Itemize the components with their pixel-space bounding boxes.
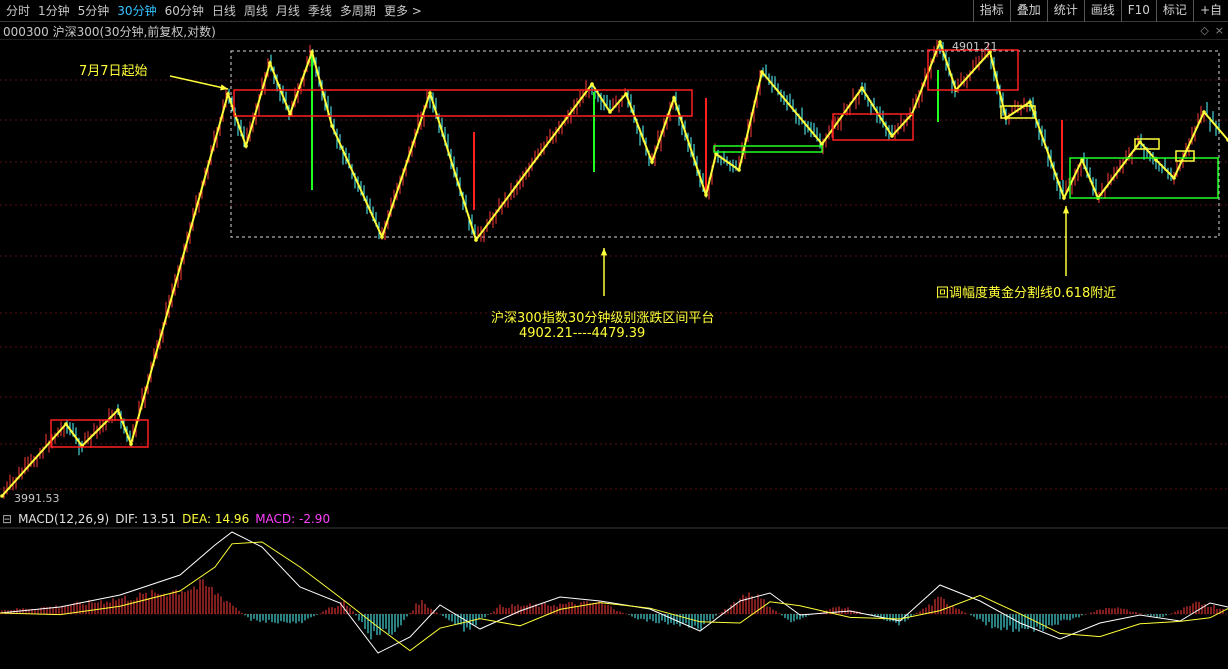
retrace-note: 回调幅度黄金分割线0.618附近 xyxy=(936,286,1117,301)
settings-diamond-icon[interactable]: ◇ xyxy=(1200,24,1208,37)
macd-histogram xyxy=(1,579,1224,640)
zigzag-vertex xyxy=(860,86,864,90)
macd-dif-value: DIF: 13.51 xyxy=(115,512,177,526)
period-tab[interactable]: 多周期 xyxy=(336,0,380,22)
toolbar-button[interactable]: 叠加 xyxy=(1009,0,1047,22)
zigzag-vertex xyxy=(704,193,708,197)
highlight-box xyxy=(1069,157,1219,199)
macd-chart[interactable] xyxy=(0,527,1228,669)
toolbar-button[interactable]: +自 xyxy=(1192,0,1228,22)
toolbar: 分时 1分钟 5分钟 30分钟 60分钟 日线 周线 月线 季线 多周期 更多 > 指标 叠加 统计 画线… xyxy=(0,0,1228,22)
toolbar-button[interactable]: 标记 xyxy=(1155,0,1193,22)
zigzag-line xyxy=(1,40,1228,497)
arrow-annotations xyxy=(169,75,1070,296)
zigzag-vertex xyxy=(1202,110,1206,114)
toolbar-button[interactable]: 指标 xyxy=(972,0,1010,22)
zigzag-vertex xyxy=(330,124,334,128)
start-note: 7月7日起始 xyxy=(79,64,148,79)
zigzag-vertex xyxy=(226,92,230,96)
period-tab[interactable]: 周线 xyxy=(240,0,272,22)
toolbar-button[interactable]: F10 xyxy=(1120,0,1156,22)
macd-collapse-icon[interactable]: ⊟ xyxy=(2,512,12,526)
period-tab[interactable]: 分时 xyxy=(2,0,34,22)
chart-title-bar: 000300 沪深300(30分钟,前复权,对数) ◇ × xyxy=(0,22,1228,40)
price-chart[interactable] xyxy=(0,40,1228,510)
period-tab[interactable]: 60分钟 xyxy=(161,0,208,22)
zigzag-vertex xyxy=(672,96,676,100)
zigzag-trend-layer xyxy=(0,40,1228,498)
close-icon[interactable]: × xyxy=(1215,24,1224,37)
arrow-head xyxy=(220,84,228,91)
period-tab[interactable]: 月线 xyxy=(272,0,304,22)
zigzag-vertex xyxy=(474,238,478,242)
period-tabs: 分时 1分钟 5分钟 30分钟 60分钟 日线 周线 月线 季线 多周期 更多 > xyxy=(2,0,426,22)
zigzag-vertex xyxy=(760,70,764,74)
zigzag-vertex xyxy=(380,235,384,239)
zigzag-vertex xyxy=(310,50,314,54)
zigzag-vertex xyxy=(116,408,120,412)
arrow-head xyxy=(600,248,608,256)
period-tab[interactable]: 季线 xyxy=(304,0,336,22)
toolbar-button[interactable]: 画线 xyxy=(1083,0,1121,22)
macd-macd-value: MACD: -2.90 xyxy=(255,512,331,526)
zigzag-vertex xyxy=(244,144,248,148)
low-price-label: 3991.53 xyxy=(14,492,60,505)
platform-range-note: 4902.21----4479.39 xyxy=(519,326,646,341)
title-icons: ◇ × xyxy=(1200,24,1224,37)
zigzag-vertex xyxy=(129,442,133,446)
zigzag-vertex xyxy=(650,160,654,164)
chart-title: 000300 沪深300(30分钟,前复权,对数) xyxy=(3,25,216,39)
arrow-head xyxy=(1062,206,1070,214)
period-tab[interactable]: 更多 > xyxy=(380,0,426,22)
zigzag-vertex xyxy=(624,92,628,96)
period-tab[interactable]: 1分钟 xyxy=(34,0,74,22)
highlight-box xyxy=(713,145,823,153)
period-tab[interactable]: 5分钟 xyxy=(74,0,114,22)
zigzag-vertex xyxy=(1028,100,1032,104)
zigzag-vertex xyxy=(64,422,68,426)
zigzag-vertex xyxy=(1138,140,1142,144)
toolbar-button[interactable]: 统计 xyxy=(1046,0,1084,22)
zigzag-vertex xyxy=(608,110,612,114)
period-tab[interactable]: 日线 xyxy=(208,0,240,22)
macd-header: ⊟ MACD(12,26,9) DIF: 13.51 DEA: 14.96 MA… xyxy=(0,511,330,527)
zigzag-vertex xyxy=(0,494,4,498)
annotation-arrow xyxy=(169,75,229,90)
zigzag-vertex xyxy=(428,91,432,95)
zigzag-vertex xyxy=(938,40,942,44)
platform-dashed-box xyxy=(230,50,1220,238)
zigzag-vertex xyxy=(737,168,741,172)
zigzag-vertex xyxy=(590,82,594,86)
zigzag-vertex xyxy=(890,134,894,138)
platform-note: 沪深300指数30分钟级别涨跌区间平台 xyxy=(491,311,715,326)
zigzag-vertex xyxy=(1062,196,1066,200)
dif-line xyxy=(0,531,1228,654)
macd-dea-value: DEA: 14.96 xyxy=(182,512,250,526)
zigzag-vertex xyxy=(1172,176,1176,180)
highlight-box xyxy=(233,89,693,117)
tool-buttons: 指标 叠加 统计 画线 F10 标记 +自 xyxy=(972,0,1228,22)
macd-name: MACD(12,26,9) xyxy=(18,512,110,526)
dea-line xyxy=(0,541,1228,652)
period-tab[interactable]: 30分钟 xyxy=(113,0,160,22)
high-price-label: 4901.21 xyxy=(952,40,998,53)
zigzag-vertex xyxy=(268,61,272,65)
macd-lines xyxy=(0,531,1228,654)
